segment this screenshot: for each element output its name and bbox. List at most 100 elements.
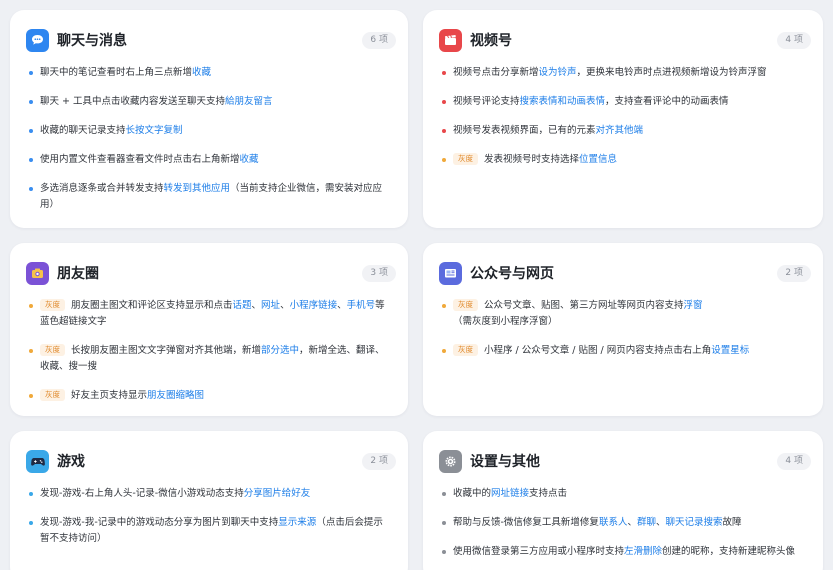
list-item: 帮助与反馈-微信修复工具新增修复联系人、群聊、聊天记录搜索故障 <box>442 515 807 531</box>
gray-release-badge: 灰度 <box>453 153 478 165</box>
list-item: 多选消息逐条或合并转发支持转发到其他应用（当前支持企业微信，需安装对应应用） <box>29 181 392 213</box>
item-text: 视频号发表视频界面，已有的元素 <box>453 125 596 136</box>
item-text: 公众号文章、贴图、第三方网址等网页内容支持 <box>484 300 684 311</box>
item-text: 、 <box>655 517 666 528</box>
bullet-dot <box>29 129 33 133</box>
card-official-accounts: 公众号与网页 2 项 灰度 公众号文章、贴图、第三方网址等网页内容支持浮窗（需灰度… <box>423 243 823 416</box>
camera-icon <box>26 261 49 285</box>
list-item: 收藏中的网址链接支持点击 <box>442 486 807 502</box>
list-item: 发现-游戏-我-记录中的游戏动态分享为图片到聊天中支持显示来源（点击后会提示暂不… <box>29 515 392 547</box>
feature-highlight: 群聊 <box>636 517 656 528</box>
feature-highlight: 设为铃声 <box>538 67 577 78</box>
item-list: 发现-游戏-右上角人头-记录-微信小游戏动态支持分享图片给好友 发现-游戏-我-记… <box>29 486 392 560</box>
item-text: 发表视频号时支持选择 <box>484 154 580 165</box>
bullet-dot <box>29 100 33 104</box>
item-text: 故障 <box>722 517 742 528</box>
item-text: 创建的昵称，支持新建昵称头像 <box>662 546 796 557</box>
card-header: 公众号与网页 2 项 <box>439 258 811 288</box>
bullet-dot <box>442 71 446 75</box>
bullet-dot <box>442 304 446 308</box>
feature-highlight: 聊天记录搜索 <box>665 517 723 528</box>
item-text: ，更换来电铃声时点进视频新增设为铃声浮窗 <box>576 67 767 78</box>
feature-highlight: 对齐其他端 <box>595 125 644 136</box>
item-text: 朋友圈主图文和评论区支持显示和点击 <box>71 300 233 311</box>
item-text: 视频号评论支持 <box>453 96 520 107</box>
feature-highlight: 部分选中 <box>261 345 300 356</box>
card-chat: 聊天与消息 6 项 聊天中的笔记查看时右上角三点新增收藏 聊天 + 工具中点击收藏… <box>10 10 408 228</box>
gray-release-badge: 灰度 <box>40 389 65 401</box>
feature-highlight: 分享图片给好友 <box>243 488 311 499</box>
feature-highlight: 收藏 <box>239 154 259 165</box>
gamepad-icon <box>26 449 49 473</box>
feature-highlight: 搜索表情和动画表情 <box>519 96 606 107</box>
bullet-dot <box>442 521 446 525</box>
list-item: 视频号发表视频界面，已有的元素对齐其他端 <box>442 123 807 139</box>
card-title: 游戏 <box>57 454 85 470</box>
gray-release-badge: 灰度 <box>453 344 478 356</box>
feature-highlight: 显示来源 <box>278 517 317 528</box>
feature-highlight: 设置星标 <box>711 345 750 356</box>
item-text: 长按朋友圈主图文文字弹窗对齐其他端，新增 <box>71 345 262 356</box>
bullet-dot <box>29 187 33 191</box>
list-item: 使用微信登录第三方应用或小程序时支持左滑删除创建的昵称，支持新建昵称头像 <box>442 544 807 560</box>
card-title: 设置与其他 <box>470 454 540 470</box>
bullet-dot <box>29 71 33 75</box>
clapperboard-icon <box>439 28 462 52</box>
feature-highlight: 左滑删除 <box>624 546 663 557</box>
newspaper-icon <box>439 261 462 285</box>
bullet-dot <box>29 349 33 353</box>
count-badge: 6 项 <box>362 31 396 49</box>
card-title: 聊天与消息 <box>57 33 127 49</box>
bullet-dot <box>29 492 33 496</box>
card-header: 视频号 4 项 <box>439 25 811 55</box>
item-list: 聊天中的笔记查看时右上角三点新增收藏 聊天 + 工具中点击收藏内容发送至聊天支持給… <box>29 65 392 226</box>
item-text: 收藏的聊天记录支持 <box>40 125 126 136</box>
item-list: 收藏中的网址链接支持点击 帮助与反馈-微信修复工具新增修复联系人、群聊、聊天记录搜… <box>442 486 807 570</box>
feature-highlight: 小程序链接 <box>289 300 338 311</box>
bullet-dot <box>442 129 446 133</box>
list-item: 灰度 发表视频号时支持选择位置信息 <box>442 152 807 168</box>
item-text: 、 <box>627 517 637 528</box>
feature-highlight: 话题 <box>232 300 252 311</box>
card-title: 视频号 <box>470 33 512 49</box>
card-title: 朋友圈 <box>57 266 99 282</box>
feature-highlight: 联系人 <box>598 517 628 528</box>
list-item: 视频号点击分享新增设为铃声，更换来电铃声时点进视频新增设为铃声浮窗 <box>442 65 807 81</box>
gray-release-badge: 灰度 <box>40 344 65 356</box>
bullet-dot <box>29 521 33 525</box>
bullet-dot <box>442 100 446 104</box>
gray-release-badge: 灰度 <box>40 299 65 311</box>
list-item: 灰度 公众号文章、贴图、第三方网址等网页内容支持浮窗 （需灰度到小程序浮窗） <box>442 298 807 330</box>
bullet-dot <box>29 158 33 162</box>
bullet-dot <box>442 492 446 496</box>
card-games: 游戏 2 项 发现-游戏-右上角人头-记录-微信小游戏动态支持分享图片给好友 发现… <box>10 431 408 570</box>
feature-highlight: 給朋友留言 <box>225 96 273 107</box>
feature-highlight: 手机号 <box>346 300 376 311</box>
card-title: 公众号与网页 <box>470 266 554 282</box>
count-badge: 4 项 <box>777 452 811 470</box>
item-text: 使用微信登录第三方应用或小程序时支持 <box>453 546 625 557</box>
bullet-dot <box>442 158 446 162</box>
feature-highlight: 网址链接 <box>491 488 530 499</box>
card-header: 设置与其他 4 项 <box>439 446 811 476</box>
item-text: 使用内置文件查看器查看文件时点击右上角新增 <box>40 154 240 165</box>
item-text: 帮助与反馈-微信修复工具新增修复 <box>453 517 599 528</box>
item-text: 聊天中的笔记查看时右上角三点新增 <box>40 67 193 78</box>
card-header: 朋友圈 3 项 <box>26 258 396 288</box>
item-text: 、 <box>337 300 347 311</box>
bullet-dot <box>442 550 446 554</box>
count-badge: 3 项 <box>362 264 396 282</box>
list-item: 灰度 长按朋友圈主图文文字弹窗对齐其他端，新增部分选中，新增全选、翻译、收藏、搜一… <box>29 343 392 375</box>
item-text: （需灰度到小程序浮窗） <box>453 316 558 327</box>
list-item: 视频号评论支持搜索表情和动画表情，支持查看评论中的动画表情 <box>442 94 807 110</box>
list-item: 灰度 好友主页支持显示朋友圈缩略图 <box>29 388 392 404</box>
item-text: 发现-游戏-我-记录中的游戏动态分享为图片到聊天中支持 <box>40 517 279 528</box>
list-item: 收藏的聊天记录支持长按文字复制 <box>29 123 392 139</box>
item-text: 多选消息逐条或合并转发支持 <box>40 183 164 194</box>
count-badge: 4 项 <box>777 31 811 49</box>
count-badge: 2 项 <box>362 452 396 470</box>
bullet-dot <box>29 394 33 398</box>
chat-bubble-icon <box>26 28 49 52</box>
item-text: 聊天 + 工具中点击收藏内容发送至聊天支持 <box>40 96 226 107</box>
card-channels: 视频号 4 项 视频号点击分享新增设为铃声，更换来电铃声时点进视频新增设为铃声浮… <box>423 10 823 228</box>
